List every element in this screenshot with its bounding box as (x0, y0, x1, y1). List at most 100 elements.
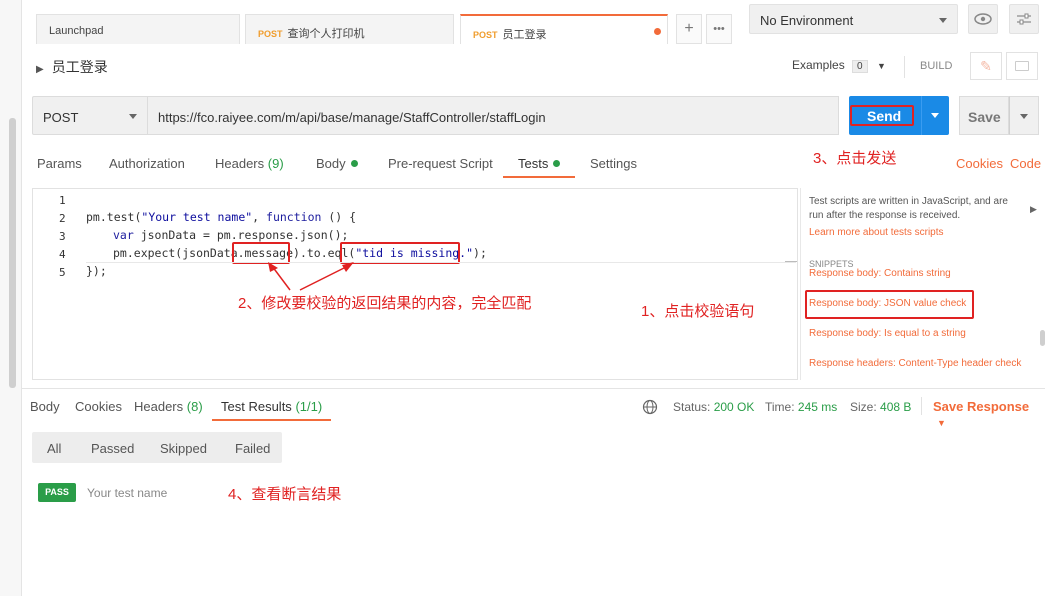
method-label: POST (43, 110, 79, 125)
tab-launchpad[interactable]: Launchpad (36, 14, 240, 44)
code-line-3: var jsonData = pm.response.json(); (113, 228, 348, 242)
comments-button[interactable] (1006, 52, 1038, 80)
size-value: 408 B (880, 400, 912, 414)
response-tab-cookies[interactable]: Cookies (75, 399, 122, 414)
new-tab-button[interactable]: + (676, 14, 702, 44)
collapse-panel-icon[interactable]: ▶ (1030, 204, 1037, 215)
save-options-button[interactable] (1009, 96, 1039, 135)
headers-count: (9) (267, 156, 284, 171)
eye-icon (974, 13, 992, 25)
build-mode-button[interactable]: BUILD (920, 60, 952, 72)
code-token: pm.test( (86, 210, 142, 224)
unsaved-dot-icon (654, 28, 661, 35)
response-tab-body[interactable]: Body (30, 399, 60, 414)
chevron-down-icon (1020, 114, 1028, 119)
status-value: 200 OK (713, 400, 755, 414)
response-tab-headers[interactable]: Headers (8) (134, 399, 203, 414)
edit-button[interactable]: ✎ (970, 52, 1002, 80)
tab-tests-label: Tests (518, 156, 549, 171)
comment-icon (1015, 61, 1029, 71)
code-line-5: }); (86, 264, 107, 278)
tab-body[interactable]: Body (316, 156, 358, 171)
annotation-2: 2、修改要校验的返回结果的内容，完全匹配 (238, 295, 532, 312)
response-divider (22, 388, 1045, 389)
response-tab-test-results[interactable]: Test Results (1/1) (221, 399, 322, 414)
save-button[interactable]: Save (959, 96, 1009, 135)
tab-label: Launchpad (49, 25, 104, 37)
tab-label: 查询个人打印机 (287, 28, 365, 40)
annotation-4: 4、查看断言结果 (228, 486, 342, 503)
snippet-contains-string[interactable]: Response body: Contains string (809, 268, 951, 279)
line-number: 1 (59, 194, 66, 207)
sliders-icon (1017, 13, 1031, 25)
size-label: Size: (850, 400, 877, 414)
tab-staff-login[interactable]: POST 员工登录 (460, 14, 668, 44)
test-results-count: (1/1) (295, 399, 323, 414)
url-input[interactable]: https://fco.raiyee.com/m/api/base/manage… (148, 96, 839, 135)
learn-more-link[interactable]: Learn more about tests scripts (809, 227, 944, 238)
chevron-down-icon (129, 114, 137, 119)
chevron-down-icon: ▼ (876, 61, 886, 71)
environment-select[interactable]: No Environment (749, 4, 958, 34)
snippet-equal-string[interactable]: Response body: Is equal to a string (809, 328, 966, 339)
filter-failed[interactable]: Failed (235, 441, 270, 456)
save-response-button[interactable]: Save Response ▼ (933, 399, 1045, 429)
pencil-icon: ✎ (980, 57, 992, 74)
environment-label: No Environment (760, 13, 854, 28)
send-options-button[interactable] (921, 96, 949, 135)
manage-environments-button[interactable] (1009, 4, 1039, 34)
tab-query-printer[interactable]: POST 查询个人打印机 (245, 14, 454, 44)
tab-params[interactable]: Params (37, 156, 82, 171)
test-results-label: Test Results (221, 399, 292, 414)
active-tab-underline (503, 176, 575, 178)
filter-passed[interactable]: Passed (91, 441, 134, 456)
tab-method: POST (473, 30, 498, 40)
filter-skipped[interactable]: Skipped (160, 441, 207, 456)
examples-dropdown[interactable]: Examples 0 ▼ (792, 58, 886, 73)
code-string: "Your test name" (141, 210, 253, 224)
line-number: 5 (59, 266, 66, 279)
annotation-1: 1、点击校验语句 (641, 303, 755, 320)
tab-settings[interactable]: Settings (590, 156, 637, 171)
request-name: 员工登录 (51, 59, 108, 75)
test-result-name: Your test name (87, 486, 168, 500)
snippets-scrollbar[interactable] (1040, 330, 1045, 346)
chevron-down-icon (931, 113, 939, 118)
code-token: () { (321, 210, 357, 224)
snippet-content-type-check[interactable]: Response headers: Content-Type header ch… (809, 358, 1021, 369)
examples-label: Examples (792, 58, 845, 72)
tab-headers[interactable]: Headers (9) (215, 156, 284, 171)
globe-icon[interactable] (642, 399, 658, 418)
more-icon: ••• (713, 23, 725, 35)
request-name-row[interactable]: ▶ 员工登录 (36, 57, 108, 77)
active-response-tab-underline (212, 419, 331, 421)
status-label: Status: (673, 400, 711, 414)
divider (921, 397, 922, 415)
method-select[interactable]: POST (32, 96, 148, 135)
tab-options-button[interactable]: ••• (706, 14, 732, 44)
editor-content[interactable]: 1 2 3 4 5 pm.test("Your test name", func… (33, 189, 798, 379)
tab-body-label: Body (316, 156, 346, 171)
body-indicator-icon (350, 160, 358, 167)
pass-badge: PASS (38, 483, 76, 502)
code-token: jsonData = pm.response.json(); (133, 228, 349, 242)
code-token: , (252, 210, 267, 224)
filter-all[interactable]: All (47, 441, 61, 456)
tab-authorization[interactable]: Authorization (109, 156, 185, 171)
sidebar-scrollbar[interactable] (9, 118, 16, 388)
send-label: Send (867, 108, 902, 124)
environment-quick-look-button[interactable] (968, 4, 998, 34)
cookies-link[interactable]: Cookies (956, 156, 1003, 171)
send-button[interactable]: Send (849, 96, 921, 135)
line-number: 3 (59, 230, 66, 243)
code-link[interactable]: Code (1010, 156, 1041, 171)
save-response-label: Save Response (933, 399, 1030, 414)
tab-pre-request-script[interactable]: Pre-request Script (388, 156, 493, 171)
snippet-json-value-check[interactable]: Response body: JSON value check (809, 298, 966, 309)
arrow-head (342, 262, 354, 272)
response-headers-count: (8) (186, 399, 203, 414)
tab-tests[interactable]: Tests (518, 156, 561, 171)
divider (904, 56, 905, 78)
code-token: pm.expect(jsonData (113, 246, 238, 260)
response-size: Size: 408 B (850, 400, 911, 414)
